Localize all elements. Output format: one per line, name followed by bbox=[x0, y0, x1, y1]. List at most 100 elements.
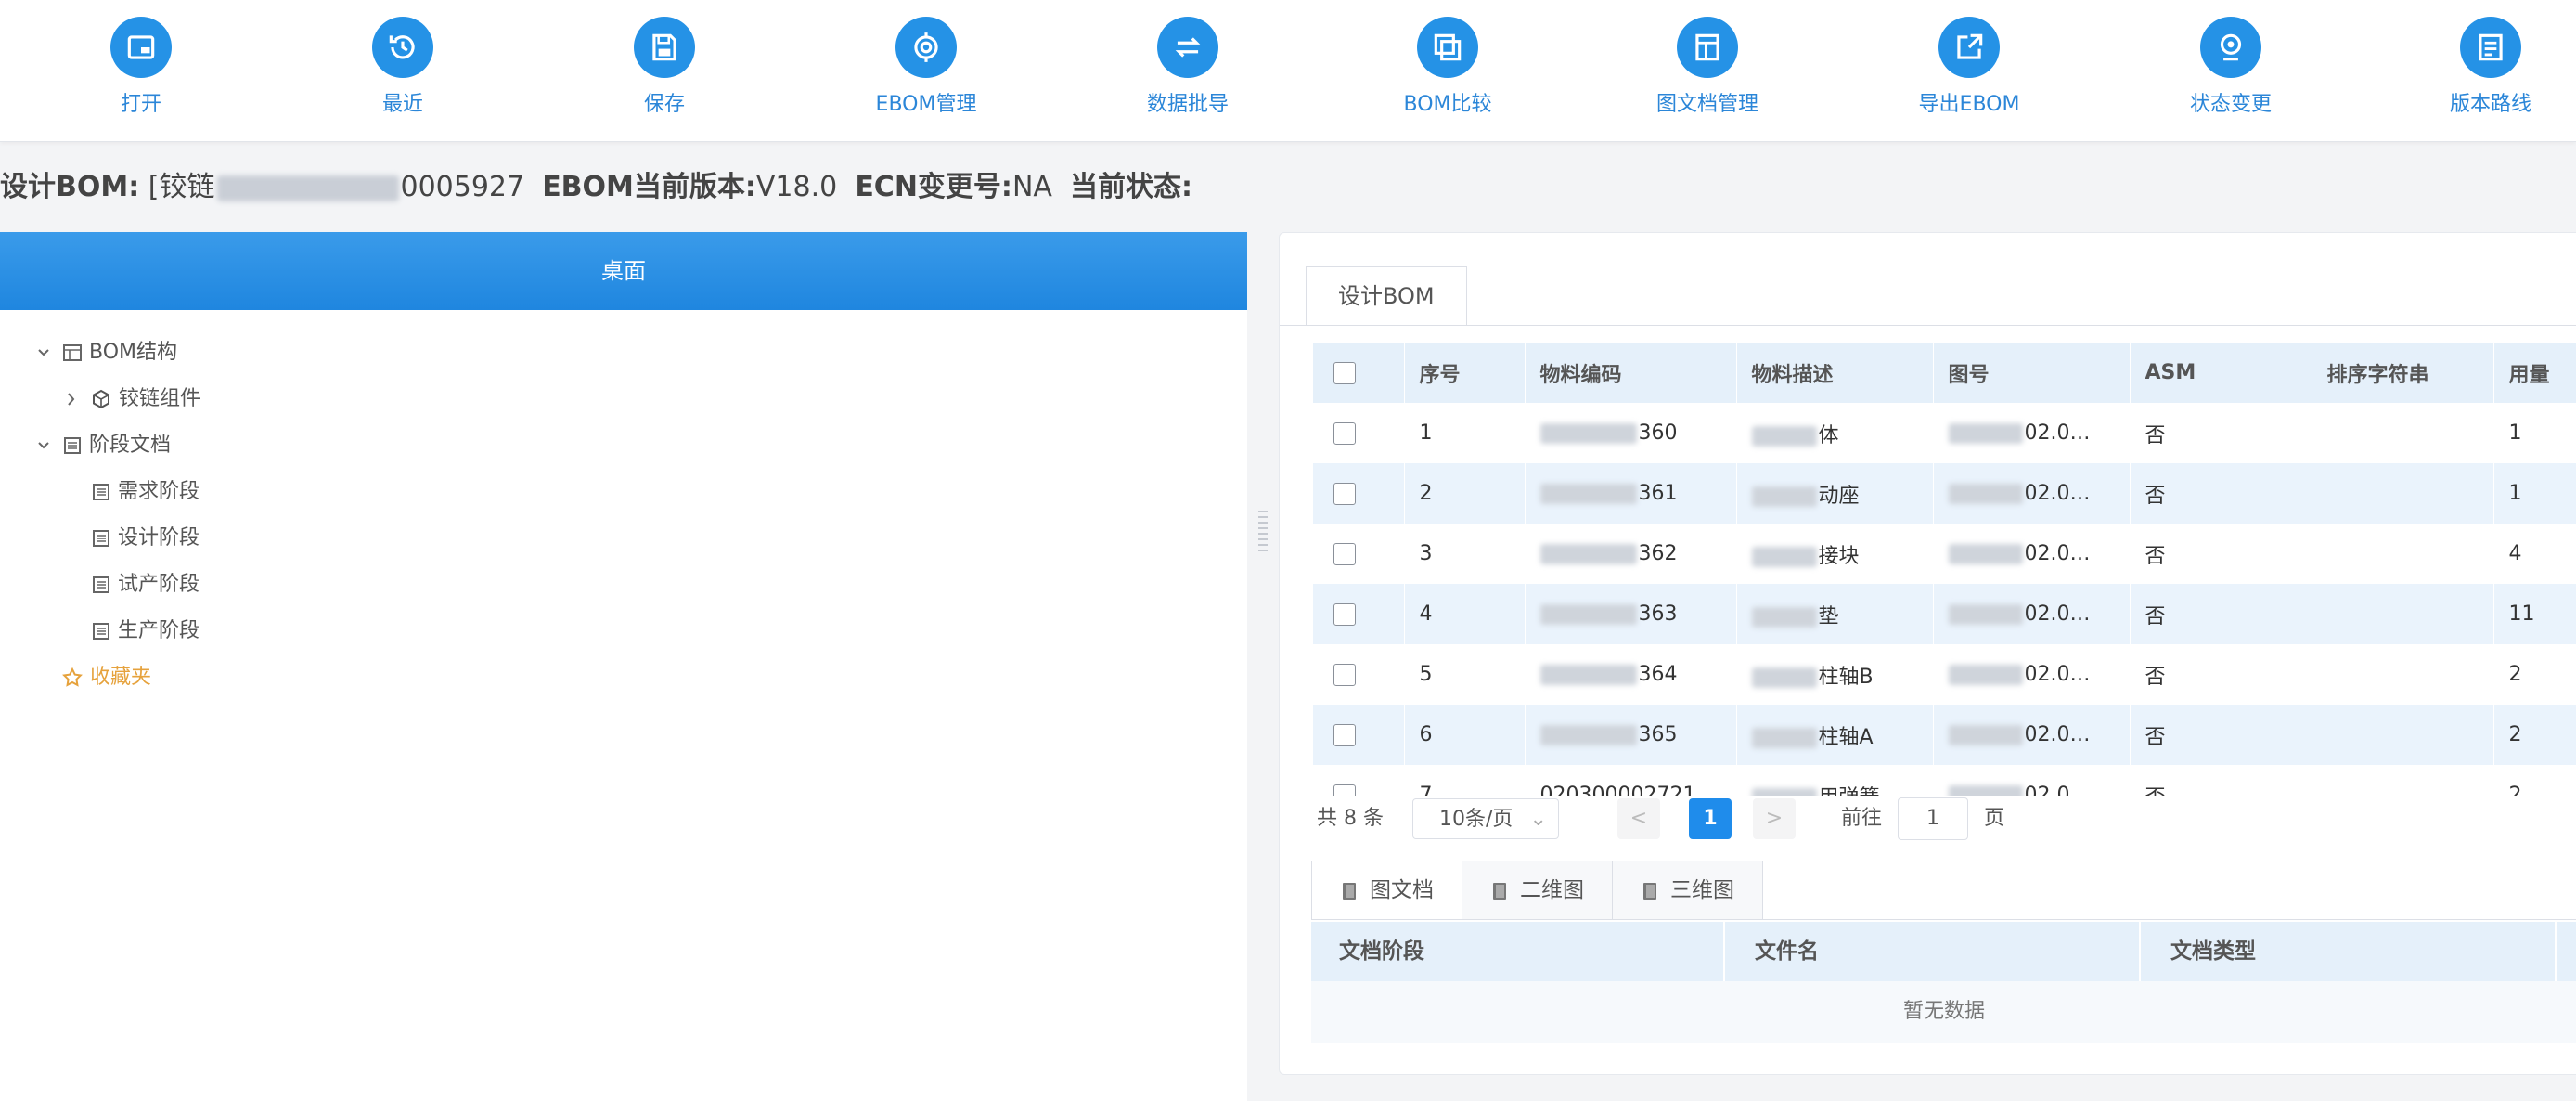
col-quantity[interactable]: 用量 bbox=[2493, 343, 2576, 403]
data-import-button[interactable]: 数据批导 bbox=[1095, 17, 1281, 117]
export-ebom-button[interactable]: 导出EBOM bbox=[1876, 17, 2062, 117]
row-checkbox[interactable] bbox=[1333, 483, 1356, 505]
tree-node-bom-structure[interactable]: BOM结构 bbox=[37, 334, 177, 371]
tab-divider bbox=[1311, 919, 2576, 920]
tree-label: 需求阶段 bbox=[118, 480, 200, 503]
tab-3d-drawing[interactable]: 三维图 bbox=[1612, 861, 1763, 920]
doc-tabs: 图文档 二维图 三维图 bbox=[1311, 861, 1763, 920]
document-icon bbox=[1677, 17, 1738, 78]
col-doc-stage[interactable]: 文档阶段 bbox=[1339, 922, 1424, 981]
tree-node-trial-stage[interactable]: 试产阶段 bbox=[91, 566, 200, 603]
redacted-text bbox=[1751, 727, 1817, 748]
goto-page-input[interactable]: 1 bbox=[1898, 797, 1968, 840]
bom-compare-button[interactable]: BOM比较 bbox=[1355, 17, 1540, 117]
chevron-down-icon[interactable] bbox=[37, 427, 56, 464]
redacted-text bbox=[1751, 546, 1817, 567]
tab-documents[interactable]: 图文档 bbox=[1311, 861, 1462, 920]
tree-table-icon bbox=[63, 344, 82, 361]
col-material-code[interactable]: 物料编码 bbox=[1525, 343, 1737, 403]
status-change-label: 状态变更 bbox=[2189, 93, 2272, 116]
ebom-manage-button[interactable]: EBOM管理 bbox=[833, 17, 1019, 117]
recent-button[interactable]: 最近 bbox=[310, 17, 496, 117]
cell-material-code: 362 bbox=[1525, 524, 1737, 584]
bom-compare-label: BOM比较 bbox=[1403, 93, 1492, 116]
table-row[interactable]: 2 361 动座 02.0… 否 1 bbox=[1313, 463, 2576, 524]
col-asm[interactable]: ASM bbox=[2130, 343, 2312, 403]
redacted-text bbox=[1948, 604, 2023, 625]
col-sort-string[interactable]: 排序字符串 bbox=[2312, 343, 2494, 403]
cell-seq: 4 bbox=[1404, 584, 1526, 644]
tab-2d-drawing[interactable]: 二维图 bbox=[1462, 861, 1613, 920]
bom-tabs: 设计BOM bbox=[1306, 266, 1467, 326]
col-doc-type[interactable]: 文档类型 bbox=[2170, 922, 2256, 981]
table-row[interactable]: 7 020300002721 用弹簧 02.0 否 2 bbox=[1313, 765, 2576, 796]
table-row[interactable]: 6 365 柱轴A 02.0… 否 2 bbox=[1313, 705, 2576, 765]
row-checkbox[interactable] bbox=[1333, 543, 1356, 565]
chevron-down-icon: ⌄ bbox=[1529, 808, 1547, 831]
page-unit-label: 页 bbox=[1984, 807, 2005, 830]
goto-label: 前往 bbox=[1840, 807, 1882, 830]
row-checkbox[interactable] bbox=[1333, 724, 1356, 746]
chevron-right-icon[interactable] bbox=[65, 381, 84, 418]
redacted-text bbox=[1948, 484, 2023, 504]
redacted-text bbox=[216, 175, 399, 201]
row-checkbox[interactable] bbox=[1333, 664, 1356, 686]
tree-node-design-stage[interactable]: 设计阶段 bbox=[91, 520, 200, 557]
select-all-checkbox[interactable] bbox=[1333, 362, 1356, 384]
ebom-version-value: V18.0 bbox=[755, 171, 838, 203]
version-route-button[interactable]: 版本路线 bbox=[2398, 17, 2576, 117]
star-icon bbox=[62, 667, 83, 687]
col-drawing-no[interactable]: 图号 bbox=[1933, 343, 2131, 403]
list-doc-icon bbox=[64, 437, 81, 454]
doc-table-header: 文档阶段 文件名 文档类型 bbox=[1311, 922, 2576, 981]
table-row[interactable]: 1 360 体 02.0… 否 1 bbox=[1313, 403, 2576, 463]
open-button[interactable]: 打开 bbox=[48, 17, 234, 117]
table-row[interactable]: 3 362 接块 02.0… 否 4 bbox=[1313, 524, 2576, 584]
tab-design-bom[interactable]: 设计BOM bbox=[1306, 266, 1467, 326]
prev-page-button[interactable]: < bbox=[1616, 798, 1660, 839]
target-icon bbox=[895, 17, 957, 78]
tree-label: 试产阶段 bbox=[118, 573, 200, 596]
cell-sort-string bbox=[2312, 765, 2494, 796]
cell-sort-string bbox=[2312, 584, 2494, 644]
list-doc-icon bbox=[93, 484, 109, 500]
col-seq[interactable]: 序号 bbox=[1404, 343, 1526, 403]
list-doc-icon bbox=[93, 576, 109, 593]
cell-material-desc: 柱轴B bbox=[1736, 644, 1934, 705]
save-icon bbox=[634, 17, 695, 78]
save-button[interactable]: 保存 bbox=[572, 17, 757, 117]
cell-seq: 2 bbox=[1404, 463, 1526, 524]
cell-material-code: 365 bbox=[1525, 705, 1737, 765]
cell-drawing-no: 02.0… bbox=[1933, 463, 2131, 524]
row-checkbox[interactable] bbox=[1333, 603, 1356, 626]
tree-node-requirement-stage[interactable]: 需求阶段 bbox=[91, 473, 200, 511]
cell-asm: 否 bbox=[2130, 403, 2312, 463]
page-number-current[interactable]: 1 bbox=[1688, 798, 1732, 839]
cell-drawing-no: 02.0 bbox=[1933, 765, 2131, 796]
tree-label: 设计阶段 bbox=[118, 526, 200, 550]
col-filename[interactable]: 文件名 bbox=[1755, 922, 1819, 981]
doc-manage-button[interactable]: 图文档管理 bbox=[1615, 17, 1800, 117]
tree-node-production-stage[interactable]: 生产阶段 bbox=[91, 613, 200, 650]
redacted-text bbox=[1539, 665, 1637, 685]
drag-handle-icon[interactable] bbox=[1258, 511, 1268, 555]
col-material-desc[interactable]: 物料描述 bbox=[1736, 343, 1934, 403]
table-row[interactable]: 4 363 垫 02.0… 否 11 bbox=[1313, 584, 2576, 644]
next-page-button[interactable]: > bbox=[1752, 798, 1796, 839]
tree-node-hinge-assembly[interactable]: 铰链组件 bbox=[65, 381, 200, 418]
right-panel: 设计BOM 序号 物料编码 物料描述 图号 ASM 排序字符串 用量 1 360… bbox=[1279, 232, 2576, 1075]
tree-label: 阶段文档 bbox=[89, 434, 172, 457]
row-checkbox[interactable] bbox=[1333, 422, 1356, 445]
tree-node-stage-docs[interactable]: 阶段文档 bbox=[37, 427, 171, 464]
row-checkbox[interactable] bbox=[1333, 784, 1356, 796]
table-row[interactable]: 5 364 柱轴B 02.0… 否 2 bbox=[1313, 644, 2576, 705]
chevron-down-icon[interactable] bbox=[37, 334, 56, 371]
tree-node-favorites[interactable]: 收藏夹 bbox=[61, 659, 151, 696]
cell-material-code: 361 bbox=[1525, 463, 1737, 524]
redacted-text bbox=[1539, 725, 1637, 745]
empty-state: 暂无数据 bbox=[1311, 981, 2576, 1043]
status-change-button[interactable]: 状态变更 bbox=[2138, 17, 2324, 117]
page-size-select[interactable]: 10条/页 ⌄ bbox=[1411, 798, 1559, 839]
panel-splitter[interactable] bbox=[1247, 232, 1279, 1101]
cell-quantity: 2 bbox=[2493, 765, 2576, 796]
